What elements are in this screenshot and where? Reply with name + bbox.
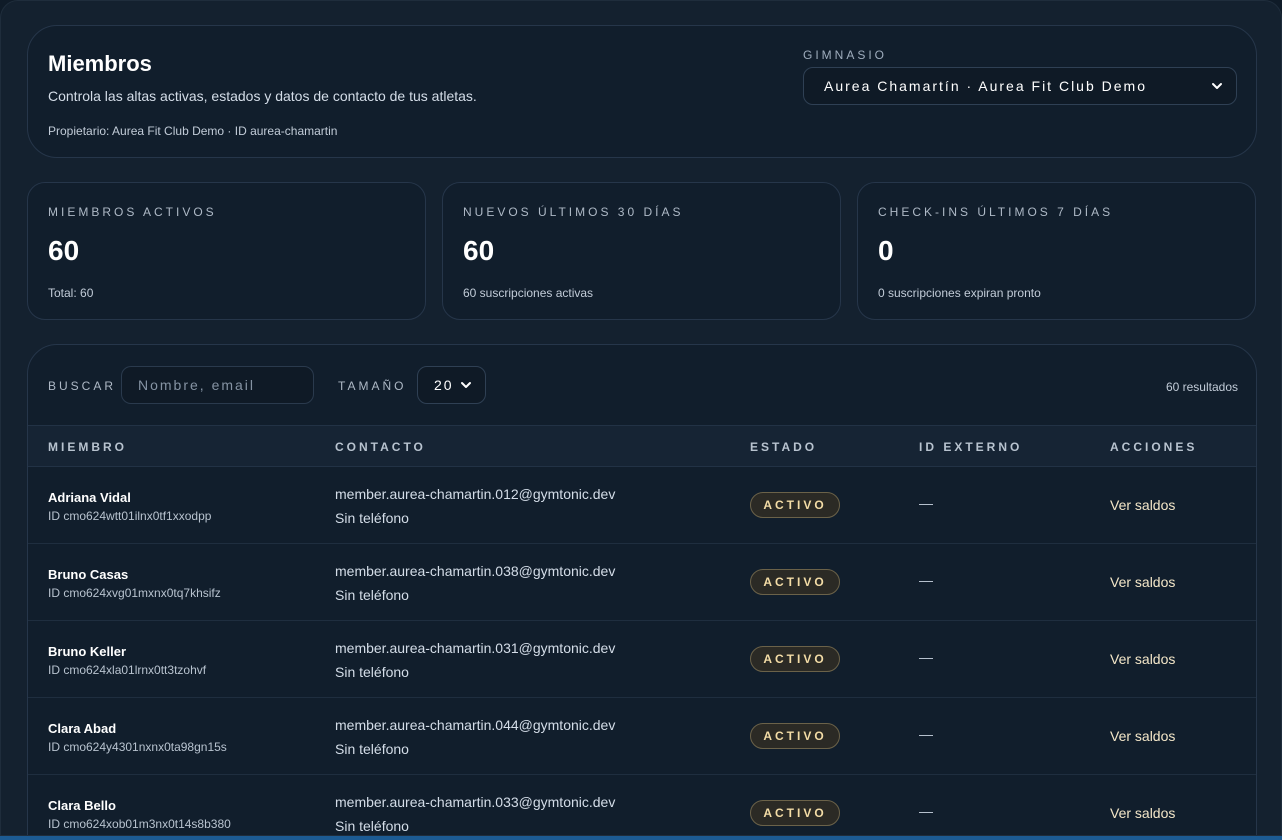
- member-phone: Sin teléfono: [335, 510, 409, 526]
- member-phone: Sin teléfono: [335, 741, 409, 757]
- page-size-select[interactable]: 20: [417, 366, 486, 404]
- view-balances-link[interactable]: Ver saldos: [1110, 805, 1175, 821]
- member-phone: Sin teléfono: [335, 664, 409, 680]
- stat-value: 60: [48, 235, 80, 266]
- column-header-status: Estado: [750, 440, 818, 454]
- member-name: Bruno Casas: [48, 567, 129, 582]
- external-id: —: [919, 495, 933, 511]
- bottom-bar: [0, 836, 1282, 840]
- chevron-down-icon: [1212, 83, 1222, 89]
- member-name: Clara Bello: [48, 798, 116, 813]
- stat-label: Nuevos últimos 30 días: [463, 205, 684, 219]
- members-table-card: Buscar Tamaño 20 60 resultados Miembro C…: [27, 344, 1257, 835]
- column-header-actions: Acciones: [1110, 440, 1198, 454]
- member-email: member.aurea-chamartin.012@gymtonic.dev: [335, 486, 616, 502]
- status-badge: Activo: [750, 723, 840, 749]
- gym-select[interactable]: Aurea Chamartín · Aurea Fit Club Demo: [803, 67, 1237, 105]
- stat-value: 0: [878, 235, 894, 266]
- column-header-member: Miembro: [48, 440, 127, 454]
- stat-label: Check-ins últimos 7 días: [878, 205, 1114, 219]
- view-balances-link[interactable]: Ver saldos: [1110, 728, 1175, 744]
- external-id: —: [919, 649, 933, 665]
- table-toolbar: Buscar Tamaño 20 60 resultados: [28, 345, 1256, 425]
- table-row: Clara Abad ID cmo624y4301nxnx0ta98gn15s …: [28, 698, 1256, 775]
- stat-label: Miembros activos: [48, 205, 217, 219]
- member-name: Clara Abad: [48, 721, 117, 736]
- stat-value: 60: [463, 235, 495, 266]
- column-header-external-id: ID externo: [919, 440, 1023, 454]
- table-row: Bruno Keller ID cmo624xla01lrnx0tt3tzohv…: [28, 621, 1256, 698]
- view-balances-link[interactable]: Ver saldos: [1110, 497, 1175, 513]
- table-row: Adriana Vidal ID cmo624wtt01ilnx0tf1xxod…: [28, 467, 1256, 544]
- external-id: —: [919, 803, 933, 819]
- page-size-value: 20: [434, 377, 454, 393]
- stat-card-active-members: Miembros activos 60 Total: 60: [27, 182, 426, 320]
- table-body: Adriana Vidal ID cmo624wtt01ilnx0tf1xxod…: [28, 467, 1256, 835]
- member-id: ID cmo624xla01lrnx0tt3tzohvf: [48, 663, 207, 677]
- page-subtitle: Controla las altas activas, estados y da…: [48, 88, 477, 104]
- search-input[interactable]: [121, 366, 314, 404]
- table-row: Clara Bello ID cmo624xob01m3nx0t14s8b380…: [28, 775, 1256, 835]
- header-card: Miembros Controla las altas activas, est…: [27, 25, 1257, 158]
- status-badge: Activo: [750, 800, 840, 826]
- member-email: member.aurea-chamartin.033@gymtonic.dev: [335, 794, 616, 810]
- table-row: Bruno Casas ID cmo624xvg01mxnx0tq7khsifz…: [28, 544, 1256, 621]
- table-header: Miembro Contacto Estado ID externo Accio…: [28, 425, 1256, 467]
- member-phone: Sin teléfono: [335, 587, 409, 603]
- page-title: Miembros: [48, 51, 152, 76]
- gym-select-label: Gimnasio: [803, 48, 888, 62]
- member-id: ID cmo624xvg01mxnx0tq7khsifz: [48, 586, 221, 600]
- column-header-contact: Contacto: [335, 440, 426, 454]
- page-size-label: Tamaño: [338, 379, 407, 393]
- status-badge: Activo: [750, 569, 840, 595]
- member-email: member.aurea-chamartin.044@gymtonic.dev: [335, 717, 616, 733]
- stat-note: 60 suscripciones activas: [463, 286, 594, 300]
- view-balances-link[interactable]: Ver saldos: [1110, 651, 1175, 667]
- member-email: member.aurea-chamartin.031@gymtonic.dev: [335, 640, 616, 656]
- view-balances-link[interactable]: Ver saldos: [1110, 574, 1175, 590]
- gym-select-value: Aurea Chamartín · Aurea Fit Club Demo: [824, 78, 1147, 94]
- stat-card-checkins: Check-ins últimos 7 días 0 0 suscripcion…: [857, 182, 1256, 320]
- stat-note: 0 suscripciones expiran pronto: [878, 286, 1041, 300]
- member-email: member.aurea-chamartin.038@gymtonic.dev: [335, 563, 616, 579]
- stat-card-new-members: Nuevos últimos 30 días 60 60 suscripcion…: [442, 182, 841, 320]
- status-badge: Activo: [750, 646, 840, 672]
- chevron-down-icon: [461, 382, 471, 388]
- status-badge: Activo: [750, 492, 840, 518]
- member-id: ID cmo624xob01m3nx0t14s8b380: [48, 817, 231, 831]
- member-phone: Sin teléfono: [335, 818, 409, 834]
- stat-note: Total: 60: [48, 286, 94, 300]
- external-id: —: [919, 726, 933, 742]
- external-id: —: [919, 572, 933, 588]
- app-window: Miembros Controla las altas activas, est…: [0, 0, 1282, 836]
- member-name: Bruno Keller: [48, 644, 127, 659]
- member-id: ID cmo624wtt01ilnx0tf1xxodpp: [48, 509, 212, 523]
- member-name: Adriana Vidal: [48, 490, 131, 505]
- owner-info: Propietario: Aurea Fit Club Demo · ID au…: [48, 124, 338, 138]
- member-id: ID cmo624y4301nxnx0ta98gn15s: [48, 740, 227, 754]
- search-label: Buscar: [48, 379, 117, 393]
- results-count: 60 resultados: [1165, 380, 1238, 394]
